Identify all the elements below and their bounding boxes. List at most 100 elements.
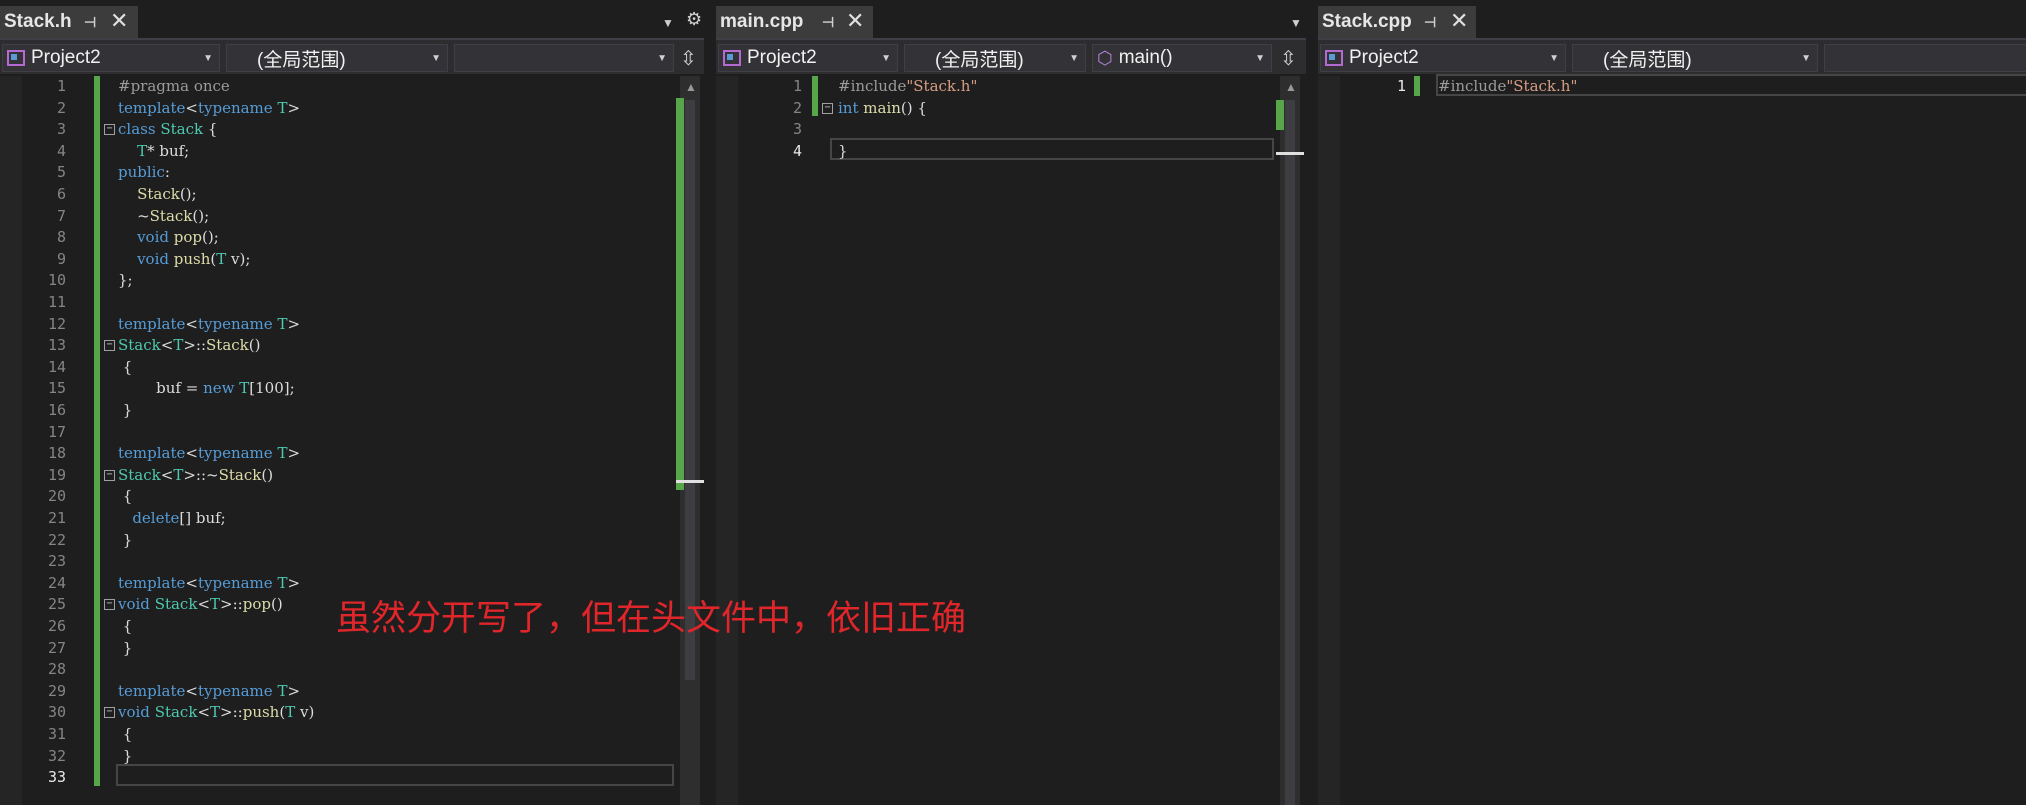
member-dropdown[interactable]: ⬡ main() ▼ xyxy=(1092,44,1272,72)
code-line[interactable]: 14 { xyxy=(0,357,704,379)
collapse-icon[interactable]: − xyxy=(104,469,115,481)
code-text: template<typename T> xyxy=(118,573,301,592)
scope-dropdown[interactable]: (全局范围) ▼ xyxy=(226,44,448,72)
code-line[interactable]: 2 template<typename T> xyxy=(0,98,704,120)
code-line[interactable]: 5 public: xyxy=(0,162,704,184)
line-number: 1 xyxy=(56,77,66,95)
scroll-caret-marker xyxy=(676,480,704,483)
project-dropdown[interactable]: Project2 ▼ xyxy=(718,44,898,72)
line-number: 3 xyxy=(792,120,802,139)
dropdown-arrow-icon[interactable]: ▼ xyxy=(662,16,674,30)
code-text: { xyxy=(118,725,133,743)
code-line[interactable]: 4} xyxy=(716,141,1306,163)
line-number: 18 xyxy=(47,444,66,463)
code-line[interactable]: 8 void pop(); xyxy=(0,227,704,249)
line-number: 9 xyxy=(56,249,66,268)
member-label: main() xyxy=(1118,47,1173,68)
code-text: } xyxy=(118,746,133,765)
code-line[interactable]: 1 #pragma once xyxy=(0,76,704,98)
code-line[interactable]: 10}; xyxy=(0,270,704,292)
code-text: #include"Stack.h" xyxy=(1438,77,1578,95)
code-text: class Stack { xyxy=(118,120,218,139)
code-line[interactable]: 30 void Stack<T>::push(T v) − xyxy=(0,702,704,724)
code-line[interactable]: 20 { xyxy=(0,486,704,508)
code-line[interactable]: 19 Stack<T>::~Stack() − xyxy=(0,465,704,487)
collapse-icon[interactable]: − xyxy=(104,124,115,136)
vertical-scrollbar[interactable]: ▲ xyxy=(1276,76,1304,805)
annotation-text: 虽然分开写了，但在头文件中，依旧正确 xyxy=(336,599,967,639)
pin-icon[interactable]: ⊣ xyxy=(1424,14,1436,31)
scope-dropdown[interactable]: (全局范围) ▼ xyxy=(1572,44,1818,72)
collapse-icon[interactable]: − xyxy=(104,599,115,611)
navigation-bar: Project2 ▼ (全局范围) ▼ ⬡ main() ▼ ⇳ xyxy=(716,38,1306,74)
code-text: void Stack<T>::pop() xyxy=(118,595,283,614)
code-line[interactable]: 15 buf = new T[100]; xyxy=(0,378,704,400)
code-line[interactable]: 23 xyxy=(0,551,704,573)
scope-dropdown[interactable]: (全局范围) ▼ xyxy=(904,44,1086,72)
code-line[interactable]: 1 #include"Stack.h" xyxy=(716,76,1306,98)
line-number: 11 xyxy=(47,293,66,311)
code-line[interactable]: 17 xyxy=(0,422,704,444)
tab-main-cpp[interactable]: main.cpp ⊣ ✕ xyxy=(716,6,873,38)
code-line[interactable]: 6 Stack(); xyxy=(0,184,704,206)
scroll-change-marker xyxy=(1276,100,1284,130)
code-line[interactable]: 7 ~Stack(); xyxy=(0,206,704,228)
scroll-up-icon[interactable]: ▲ xyxy=(1285,80,1297,94)
code-text: template<typename T> xyxy=(118,314,301,333)
code-line[interactable]: 18 template<typename T> xyxy=(0,443,704,465)
split-window-icon[interactable]: ⇳ xyxy=(680,46,697,71)
code-line[interactable]: 4 T* buf; xyxy=(0,141,704,163)
project-dropdown[interactable]: Project2 ▼ xyxy=(2,44,220,72)
code-line[interactable]: 22 } xyxy=(0,530,704,552)
line-number: 19 xyxy=(47,465,66,484)
close-icon[interactable]: ✕ xyxy=(1450,8,1468,34)
code-line[interactable]: 32 } xyxy=(0,746,704,768)
member-dropdown[interactable]: ▼ xyxy=(454,44,674,72)
code-line[interactable]: 33 xyxy=(0,767,704,789)
code-text: void pop(); xyxy=(137,228,219,247)
pin-icon[interactable]: ⊣ xyxy=(84,14,96,31)
code-text: Stack<T>::Stack() xyxy=(118,336,261,355)
line-number: 12 xyxy=(47,314,66,333)
code-line[interactable]: 21 delete[] buf; xyxy=(0,508,704,530)
line-number: 16 xyxy=(47,401,66,419)
code-text: { xyxy=(118,617,133,635)
project-dropdown[interactable]: Project2 ▼ xyxy=(1320,44,1566,72)
collapse-icon[interactable]: − xyxy=(104,707,115,719)
chevron-down-icon: ▼ xyxy=(203,53,213,64)
code-line[interactable]: 28 xyxy=(0,659,704,681)
code-text: } xyxy=(118,638,133,657)
scroll-up-icon[interactable]: ▲ xyxy=(685,80,697,94)
code-line[interactable]: 16 } xyxy=(0,400,704,422)
close-icon[interactable]: ✕ xyxy=(110,8,128,34)
code-line[interactable]: 29 template<typename T> xyxy=(0,681,704,703)
code-line[interactable]: 1 #include"Stack.h" xyxy=(1318,76,2026,98)
tab-stack-h[interactable]: Stack.h ⊣ ✕ xyxy=(0,6,138,38)
line-number: 33 xyxy=(47,768,66,787)
collapse-icon[interactable]: − xyxy=(822,102,833,114)
pin-icon[interactable]: ⊣ xyxy=(822,14,834,31)
scroll-thumb[interactable] xyxy=(1285,100,1295,805)
chevron-down-icon: ▼ xyxy=(881,53,891,64)
code-line[interactable]: 31 { xyxy=(0,724,704,746)
code-line[interactable]: 2 int main() {− xyxy=(716,98,1306,120)
code-editor[interactable]: 1 #include"Stack.h" xyxy=(1318,74,2026,805)
code-line[interactable]: 3 xyxy=(716,119,1306,141)
code-line[interactable]: 13 Stack<T>::Stack() − xyxy=(0,335,704,357)
split-window-icon[interactable]: ⇳ xyxy=(1280,46,1297,71)
vertical-scrollbar[interactable]: ▲ xyxy=(676,76,704,805)
code-editor[interactable]: 1 #pragma once 2 template<typename T> 3 class… xyxy=(0,76,704,805)
tab-stack-cpp[interactable]: Stack.cpp ⊣ ✕ xyxy=(1318,6,1476,38)
code-text: template<typename T> xyxy=(118,98,301,117)
code-line[interactable]: 9 void push(T v); xyxy=(0,249,704,271)
code-line[interactable]: 12 template<typename T> xyxy=(0,314,704,336)
gear-icon[interactable]: ⚙ xyxy=(686,9,702,30)
collapse-icon[interactable]: − xyxy=(104,340,115,352)
code-editor[interactable]: 1 #include"Stack.h" 2 int main() {− 3 4} ▲ xyxy=(716,76,1306,805)
code-line[interactable]: 3 class Stack {− xyxy=(0,119,704,141)
code-text: } xyxy=(118,401,133,419)
code-line[interactable]: 11 xyxy=(0,292,704,314)
dropdown-arrow-icon[interactable]: ▼ xyxy=(1290,16,1302,30)
member-dropdown[interactable] xyxy=(1824,44,2026,72)
close-icon[interactable]: ✕ xyxy=(846,8,864,34)
